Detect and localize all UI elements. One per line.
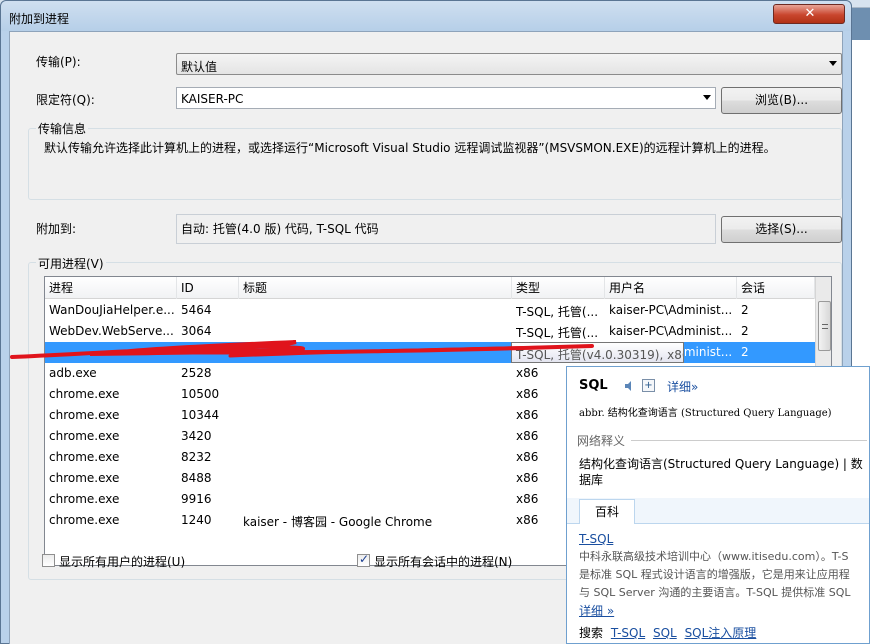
transport-info-title: 传输信息 — [36, 120, 89, 137]
wiki-line: 与 SQL Server 沟通的主要语言。T-SQL 提供标准 SQL — [579, 586, 851, 599]
dict-wiki-text: 中科永联高级技术培训中心（www.itisedu.com）。T-S 是标准 SQ… — [579, 548, 869, 602]
dict-search-row: 搜索 T-SQL SQL SQL注入原理 — [579, 624, 760, 641]
dictionary-popup: SQL + 详细» abbr. 结构化查询语言 (Structured Quer… — [566, 366, 870, 644]
add-word-icon[interactable]: + — [642, 379, 655, 392]
select-button[interactable]: 选择(S)... — [721, 216, 842, 243]
close-icon: ✕ — [804, 6, 816, 21]
cell-id: 1240 — [181, 513, 212, 527]
dict-abbr-line: abbr. 结构化查询语言 (Structured Query Language… — [579, 408, 832, 419]
cell-session: 2 — [741, 345, 749, 359]
grip-icon — [822, 324, 828, 329]
cell-process: chrome.exe — [49, 408, 120, 422]
show-all-sessions-label: 显示所有会话中的进程(N) — [374, 555, 513, 569]
cell-id: 10500 — [181, 387, 220, 401]
qualifier-combo[interactable]: KAISER-PC — [176, 87, 716, 109]
cell-process: WanDouJiaHelper.e... — [49, 303, 175, 317]
dict-more-link[interactable]: 详细 » — [579, 602, 614, 619]
cell-user: kaiser-PC\Administ... — [609, 303, 733, 317]
cell-session: 2 — [741, 324, 749, 338]
cell-id: 10344 — [181, 408, 220, 422]
cell-id: 9916 — [181, 492, 212, 506]
cell-id: 5464 — [181, 303, 212, 317]
dict-tsql-link[interactable]: T-SQL — [579, 532, 613, 546]
cell-process: chrome.exe — [49, 471, 120, 485]
cell-process: chrome.exe — [49, 387, 120, 401]
dict-word: SQL — [579, 378, 608, 393]
show-all-users-checkbox[interactable] — [42, 554, 55, 567]
cell-user: kaiser-PC\Administ... — [609, 324, 733, 338]
available-processes-title: 可用进程(V) — [36, 255, 106, 272]
qualifier-label: 限定符(Q): — [36, 93, 95, 107]
chevron-down-icon — [703, 95, 711, 100]
show-all-sessions-checkbox[interactable] — [357, 552, 370, 567]
scroll-thumb[interactable] — [818, 301, 831, 351]
dict-search-label: 搜索 — [579, 626, 604, 640]
close-button[interactable]: ✕ — [773, 4, 845, 24]
dialog-title: 附加到进程 — [9, 12, 70, 26]
column-header-session[interactable]: 会话 — [737, 277, 815, 299]
transport-value: 默认值 — [181, 60, 218, 74]
column-header-id[interactable]: ID — [177, 277, 239, 299]
wiki-line: 中科永联高级技术培训中心（www.itisedu.com）。T-S — [579, 550, 849, 563]
cell-session: 2 — [741, 303, 749, 317]
cell-type: T-SQL, 托管(... — [516, 305, 599, 319]
section-divider — [631, 440, 867, 441]
column-header-process[interactable]: 进程 — [45, 277, 177, 299]
table-row[interactable]: WanDouJiaHelper.e... 5464 T-SQL, 托管(... kai… — [45, 300, 815, 321]
transport-select[interactable]: 默认值 — [176, 53, 842, 75]
dict-detail-link[interactable]: 详细» — [667, 378, 698, 395]
dict-net-definition: 结构化查询语言(Structured Query Language) | 数据库 — [579, 457, 863, 487]
browse-button[interactable]: 浏览(B)... — [721, 87, 842, 114]
search-link-sql-injection[interactable]: SQL注入原理 — [685, 626, 757, 640]
cell-process: chrome.exe — [49, 450, 120, 464]
column-header-user[interactable]: 用户名 — [605, 277, 737, 299]
redaction-scribble — [10, 340, 594, 359]
search-link-tsql[interactable]: T-SQL — [611, 626, 645, 640]
column-header-title[interactable]: 标题 — [239, 277, 512, 299]
cell-process: chrome.exe — [49, 513, 120, 527]
chevron-down-icon — [829, 61, 837, 66]
transport-label: 传输(P): — [36, 55, 81, 69]
column-header-type[interactable]: 类型 — [512, 277, 605, 299]
qualifier-value: KAISER-PC — [181, 92, 244, 106]
dialog-titlebar[interactable]: 附加到进程 ✕ — [1, 1, 851, 31]
tab-baike[interactable]: 百科 — [579, 499, 635, 524]
cell-id: 3420 — [181, 429, 212, 443]
attach-to-label: 附加到: — [36, 222, 77, 236]
cell-process: chrome.exe — [49, 429, 120, 443]
wiki-line: 是标准 SQL 程式设计语言的增强版，它是用来让应用程 — [579, 568, 850, 581]
dict-net-section-title: 网络释义 — [577, 434, 626, 448]
transport-info-text: 默认传输允许选择此计算机上的进程，或选择运行“Microsoft Visual … — [44, 141, 776, 155]
cell-title: kaiser - 博客园 - Google Chrome — [243, 515, 433, 529]
show-all-users-label: 显示所有用户的进程(U) — [59, 555, 186, 569]
attach-to-field: 自动: 托管(4.0 版) 代码, T-SQL 代码 — [176, 214, 716, 244]
speaker-icon[interactable] — [624, 381, 634, 391]
search-link-sql[interactable]: SQL — [653, 626, 677, 640]
cell-id: 8488 — [181, 471, 212, 485]
process-list-header: 进程 ID 标题 类型 用户名 会话 — [45, 277, 815, 299]
attach-to-value: 自动: 托管(4.0 版) 代码, T-SQL 代码 — [181, 222, 379, 236]
cell-process: chrome.exe — [49, 492, 120, 506]
cell-id: 8232 — [181, 450, 212, 464]
